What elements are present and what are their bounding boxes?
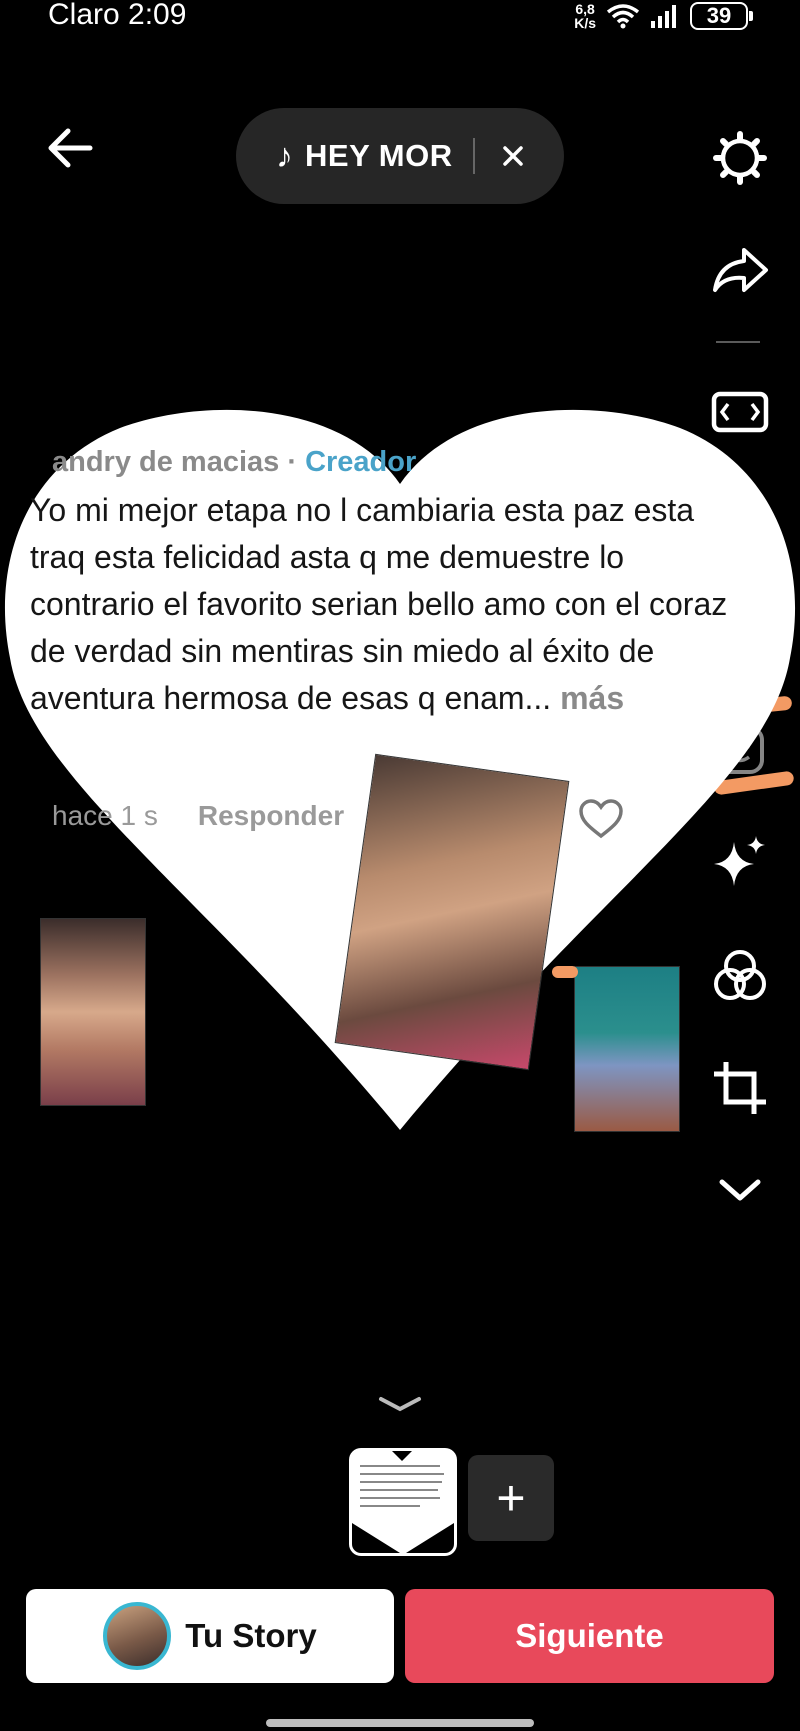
reply-link[interactable]: Responder — [198, 800, 344, 832]
signal-icon — [651, 5, 676, 28]
status-carrier-time: Claro 2:09 — [48, 0, 187, 31]
orange-scribble-3 — [552, 966, 578, 978]
comment-card: andry de macias · Creador Yo mi mejor et… — [30, 446, 730, 722]
thumbnail-preview — [352, 1451, 454, 1553]
comment-time: hace 1 s — [52, 800, 158, 831]
share-icon[interactable] — [710, 244, 770, 296]
comment-meta: hace 1 s Responder — [52, 800, 344, 832]
chevron-down-icon[interactable] — [718, 1176, 762, 1204]
creator-label: Creador — [305, 446, 417, 478]
page-thumbnail[interactable] — [349, 1448, 457, 1556]
home-indicator — [266, 1719, 534, 1727]
back-arrow-icon[interactable] — [40, 118, 100, 178]
divider — [472, 138, 475, 174]
expand-chevron-icon[interactable] — [375, 1393, 425, 1415]
add-page-button[interactable]: + — [468, 1455, 554, 1541]
more-link: más — [560, 680, 625, 716]
your-story-label: Tu Story — [185, 1617, 317, 1654]
avatar — [103, 1602, 172, 1670]
close-icon[interactable] — [495, 138, 531, 174]
music-note-icon: ♪ — [276, 136, 293, 175]
status-indicators: 6,8 K/s 39 — [574, 1, 753, 31]
music-selector[interactable]: ♪ HEY MOR — [236, 108, 564, 204]
wifi-icon — [606, 4, 640, 29]
settings-icon[interactable] — [712, 130, 768, 186]
battery-icon: 39 — [690, 2, 753, 30]
your-story-button[interactable]: Tu Story — [26, 1589, 394, 1683]
photo-sticker-portrait[interactable] — [40, 918, 146, 1106]
next-button[interactable]: Siguiente — [405, 1589, 774, 1683]
network-speed: 6,8 K/s — [574, 1, 596, 31]
toolbar-divider — [716, 341, 760, 343]
comment-author: andry de macias · Creador — [52, 446, 417, 478]
music-title: HEY MOR — [305, 138, 453, 173]
photo-sticker-selfie[interactable] — [334, 753, 570, 1071]
photo-sticker-fullbody[interactable] — [574, 966, 680, 1132]
comment-text: Yo mi mejor etapa no l cambiaria esta pa… — [30, 492, 728, 716]
heart-outline-icon[interactable] — [578, 798, 624, 840]
